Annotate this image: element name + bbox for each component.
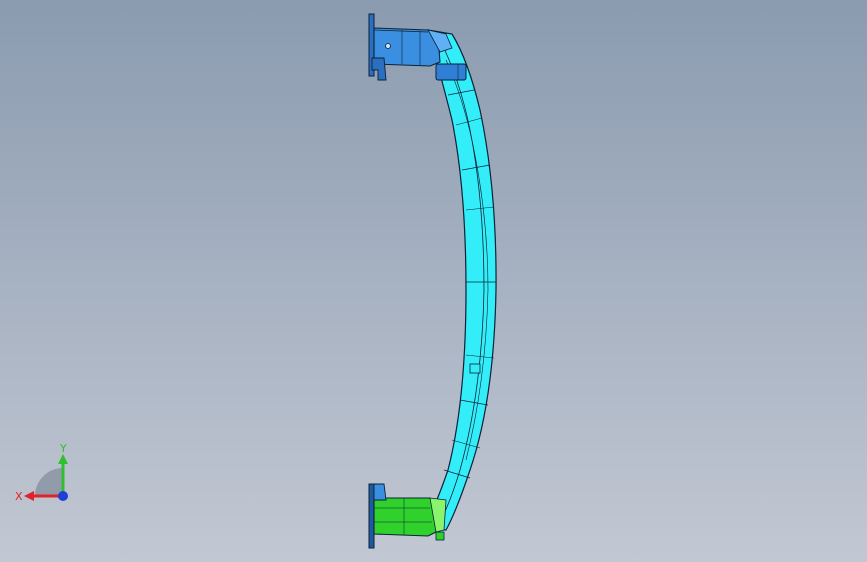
beam-tab[interactable] [469,363,481,374]
x-axis-label: X [15,490,23,503]
3d-model-view[interactable] [0,0,867,562]
z-axis-dot [58,491,68,501]
top-connector-block[interactable] [435,63,467,81]
orientation-triad[interactable]: Y X [10,440,80,510]
top-mounting-bracket[interactable] [368,13,467,81]
curved-beam[interactable] [423,29,497,531]
y-axis-label: Y [59,442,67,455]
graphics-viewport[interactable]: Y X [0,0,867,562]
bottom-mounting-bracket[interactable] [368,483,447,549]
